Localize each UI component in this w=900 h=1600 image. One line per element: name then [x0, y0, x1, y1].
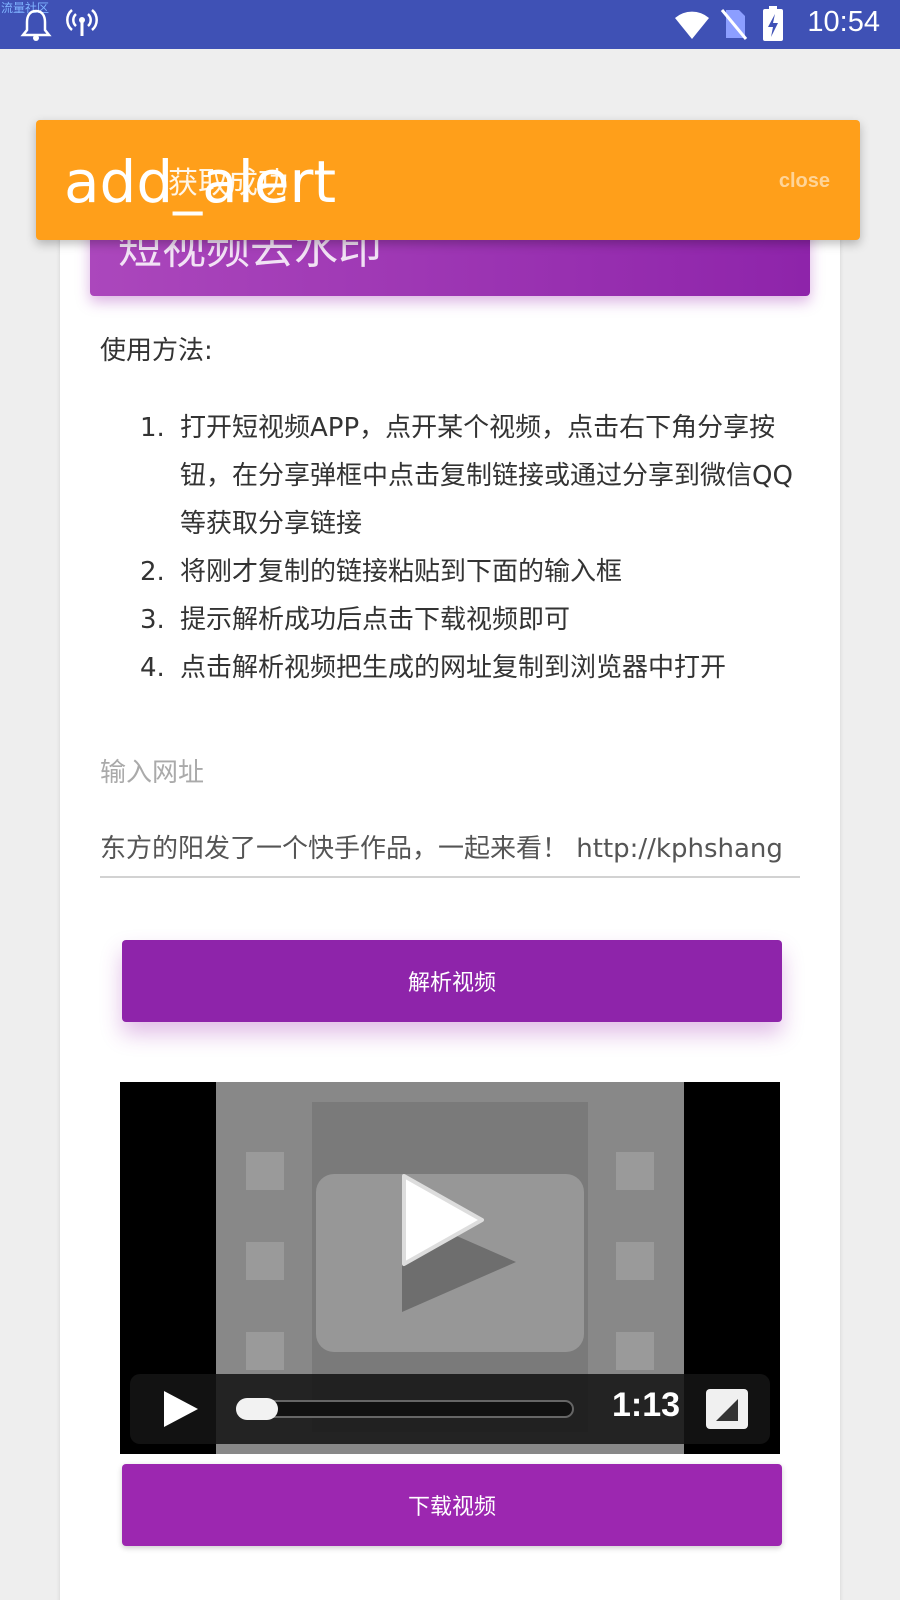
video-player[interactable]: 1:13 — [120, 1082, 780, 1454]
battery-charging-icon — [763, 6, 783, 41]
hotspot-icon — [66, 9, 98, 36]
step-number: 3. — [140, 605, 165, 635]
step-item: 3. 提示解析成功后点击下载视频即可 — [140, 596, 800, 644]
no-sim-icon — [720, 9, 748, 40]
step-number: 4. — [140, 653, 165, 683]
seek-thumb[interactable] — [236, 1398, 278, 1420]
download-video-button[interactable]: 下载视频 — [122, 1464, 782, 1546]
seek-bar[interactable] — [236, 1400, 574, 1418]
step-item: 2. 将刚才复制的链接粘贴到下面的输入框 — [140, 548, 800, 596]
parse-video-button[interactable]: 解析视频 — [122, 940, 782, 1022]
video-duration: 1:13 — [612, 1386, 681, 1424]
usage-steps: 1. 打开短视频APP，点开某个视频，点击右下角分享按钮，在分享弹框中点击复制链接… — [140, 404, 800, 692]
step-text: 将刚才复制的链接粘贴到下面的输入框 — [180, 557, 623, 587]
status-time: 10:54 — [807, 6, 880, 38]
step-text: 点击解析视频把生成的网址复制到浏览器中打开 — [180, 653, 727, 683]
step-number: 1. — [140, 413, 165, 443]
alert-close-button[interactable]: close — [779, 170, 830, 193]
url-input-label: 输入网址 — [100, 758, 205, 788]
alert-message: 获取成功 — [168, 166, 288, 201]
video-controls: 1:13 — [130, 1374, 770, 1444]
usage-title: 使用方法: — [100, 336, 213, 366]
alert-banner: add_alert 获取成功 close — [36, 120, 860, 240]
play-button-icon[interactable] — [160, 1388, 200, 1430]
fullscreen-icon[interactable] — [706, 1389, 748, 1429]
step-text: 打开短视频APP，点开某个视频，点击右下角分享按钮，在分享弹框中点击复制链接或通… — [180, 413, 793, 539]
url-input[interactable] — [100, 816, 800, 878]
qq-bell-icon — [20, 9, 52, 41]
play-icon[interactable] — [398, 1170, 488, 1270]
step-text: 提示解析成功后点击下载视频即可 — [180, 605, 571, 635]
step-item: 4. 点击解析视频把生成的网址复制到浏览器中打开 — [140, 644, 800, 692]
wifi-icon — [675, 11, 709, 39]
step-item: 1. 打开短视频APP，点开某个视频，点击右下角分享按钮，在分享弹框中点击复制链接… — [140, 404, 800, 548]
status-bar: 流量社区 10:54 — [0, 0, 900, 49]
step-number: 2. — [140, 557, 165, 587]
